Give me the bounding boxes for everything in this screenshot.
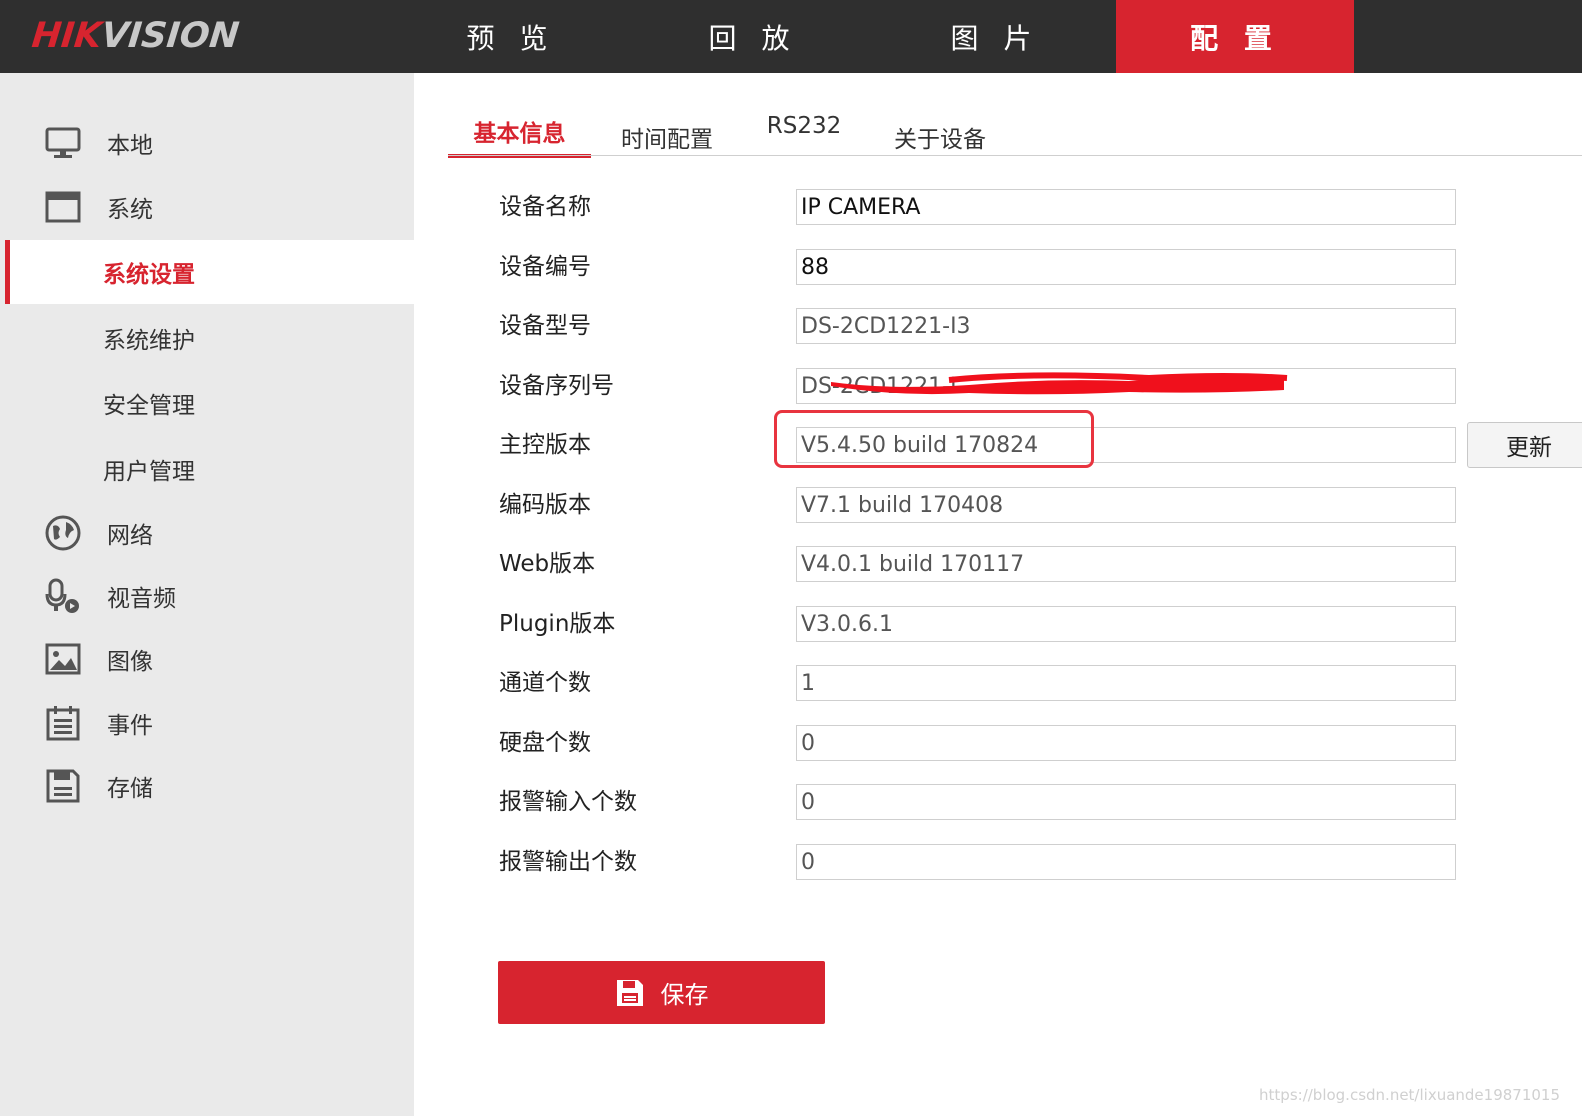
label-hdd: 硬盘个数	[499, 730, 591, 756]
sidebar-item-label: 系统	[107, 197, 153, 223]
label-channels: 通道个数	[499, 670, 591, 696]
sidebar-item-event[interactable]: 事件	[0, 691, 414, 755]
hikvision-logo: HIK VISION	[29, 12, 241, 60]
save-button-label: 保存	[660, 981, 709, 1009]
sidebar-item-system-maintenance[interactable]: 系统维护	[5, 306, 414, 370]
label-firmware: 主控版本	[499, 432, 591, 458]
sidebar-item-image[interactable]: 图像	[0, 627, 414, 691]
sidebar-item-label: 系统维护	[103, 328, 195, 354]
sidebar-item-local[interactable]: 本地	[0, 111, 414, 175]
logo-hik: HIK	[29, 16, 104, 56]
sidebar-item-label: 事件	[107, 713, 153, 739]
label-model: 设备型号	[499, 313, 591, 339]
alarm-input-field	[796, 784, 1456, 820]
monitor-icon	[45, 127, 81, 158]
label-alarm-out: 报警输出个数	[499, 849, 637, 875]
nav-tab-preview[interactable]: 预 览	[392, 0, 630, 73]
encoding-version-field	[796, 487, 1456, 523]
sidebar-item-storage[interactable]: 存储	[0, 754, 414, 818]
tab-label: 基本信息	[473, 121, 566, 147]
alarm-output-field	[796, 844, 1456, 880]
logo-vision: VISION	[99, 16, 241, 56]
device-name-input[interactable]	[796, 189, 1456, 225]
plugin-version-field	[796, 606, 1456, 642]
device-no-input[interactable]	[796, 249, 1456, 285]
microphone-camera-icon	[45, 578, 79, 613]
tab-time-settings[interactable]: 时间配置	[607, 113, 727, 161]
serial-field	[796, 368, 1456, 404]
tabs-divider	[448, 155, 1582, 156]
sidebar-item-label: 存储	[107, 776, 153, 802]
calendar-list-icon	[46, 706, 80, 741]
sidebar-item-system[interactable]: 系统	[0, 175, 414, 239]
sidebar-item-label: 视音频	[107, 586, 176, 612]
label-alarm-in: 报警输入个数	[499, 789, 637, 815]
web-version-field	[796, 546, 1456, 582]
save-button[interactable]: 保存	[498, 961, 825, 1024]
globe-icon	[45, 515, 81, 551]
tab-basic-info[interactable]: 基本信息	[448, 107, 591, 158]
sidebar-item-security[interactable]: 安全管理	[5, 371, 414, 435]
label-device-name: 设备名称	[499, 194, 591, 220]
sidebar-item-system-settings[interactable]: 系统设置	[5, 240, 414, 304]
tab-rs232[interactable]: RS232	[754, 102, 854, 150]
tab-about[interactable]: 关于设备	[880, 113, 1000, 161]
firmware-version-field	[796, 427, 1456, 463]
nav-tab-configuration[interactable]: 配 置	[1116, 0, 1354, 73]
label-plugin: Plugin版本	[499, 611, 616, 637]
label-device-no: 设备编号	[499, 254, 591, 280]
floppy-disk-icon	[46, 769, 80, 803]
channels-field	[796, 665, 1456, 701]
sidebar-item-user-management[interactable]: 用户管理	[5, 437, 414, 501]
watermark: https://blog.csdn.net/lixuande19871015	[1259, 1086, 1560, 1104]
label-serial: 设备序列号	[499, 373, 614, 399]
sidebar: 本地 系统 系统设置 系统维护 安全管理 用户管理 网络 视音频 图像 事件 存…	[0, 73, 414, 1116]
sidebar-item-audio-video[interactable]: 视音频	[0, 564, 414, 628]
nav-tab-picture[interactable]: 图 片	[876, 0, 1114, 73]
window-icon	[45, 191, 81, 223]
nav-tab-playback[interactable]: 回 放	[634, 0, 872, 73]
sidebar-item-label: 网络	[107, 523, 153, 549]
main-content: 基本信息 时间配置 RS232 关于设备 设备名称 设备编号 设备型号 设备序列…	[414, 73, 1582, 1116]
sidebar-item-label: 系统设置	[103, 262, 195, 288]
update-button[interactable]: 更新	[1467, 422, 1582, 468]
label-web: Web版本	[499, 551, 596, 577]
sidebar-item-label: 本地	[107, 133, 153, 159]
sidebar-item-network[interactable]: 网络	[0, 501, 414, 565]
sidebar-item-label: 用户管理	[103, 459, 195, 485]
label-encoding: 编码版本	[499, 492, 591, 518]
sidebar-item-label: 安全管理	[103, 393, 195, 419]
top-bar: HIK VISION 预 览 回 放 图 片 配 置	[0, 0, 1582, 73]
picture-icon	[45, 643, 81, 675]
sidebar-item-label: 图像	[107, 649, 153, 675]
active-indicator	[5, 240, 10, 304]
model-field	[796, 308, 1456, 344]
floppy-disk-icon	[616, 979, 643, 1006]
hdd-count-field	[796, 725, 1456, 761]
